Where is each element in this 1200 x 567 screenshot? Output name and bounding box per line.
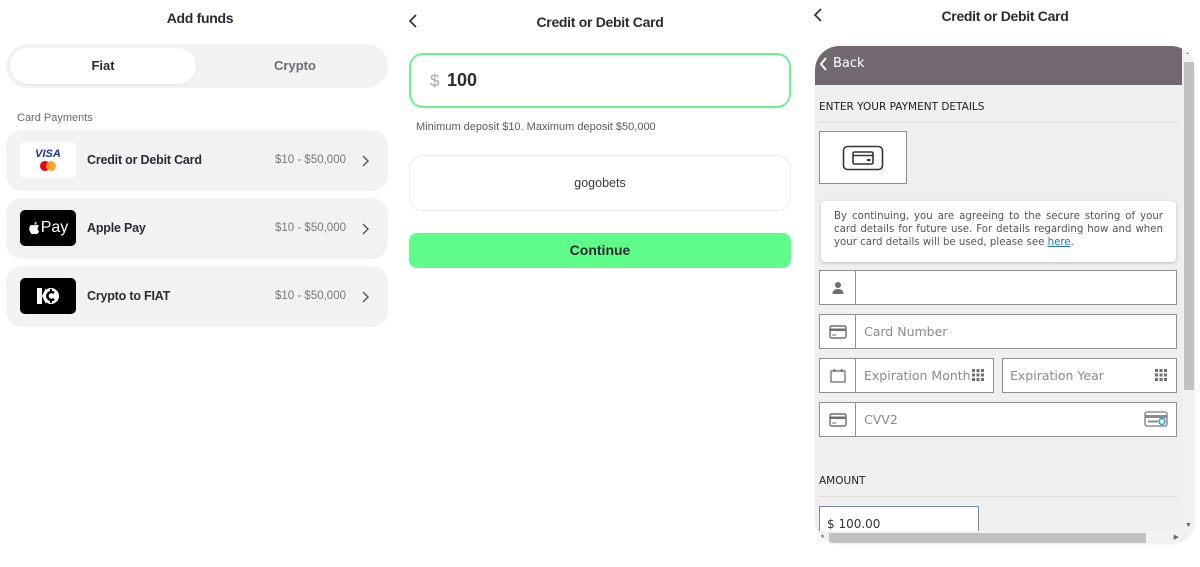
field-icon-cell	[820, 271, 856, 304]
visa-mastercard-logo: VISA	[20, 142, 76, 178]
card-icon	[828, 324, 847, 339]
section-label-card-payments: Card Payments	[17, 112, 93, 124]
currency-symbol: $	[430, 71, 440, 90]
consent-suffix: .	[1070, 237, 1074, 248]
continue-button[interactable]: Continue	[409, 233, 791, 268]
consent-here-link[interactable]: here	[1048, 237, 1071, 248]
payment-method-crypto-to-fiat[interactable]: Crypto to FIAT $10 - $50,000	[6, 266, 388, 327]
apple-pay-logo: Pay	[20, 210, 76, 246]
card-number-placeholder: Card Number	[864, 324, 948, 339]
chevron-right-icon	[362, 155, 370, 167]
vertical-scrollbar-thumb[interactable]	[1184, 62, 1194, 390]
back-label: Back	[833, 56, 865, 71]
field-icon-cell	[820, 315, 856, 348]
scroll-down-arrow-icon[interactable]: ▼	[1185, 522, 1192, 529]
grid-picker-icon	[972, 369, 984, 381]
chevron-right-icon	[362, 291, 370, 303]
add-funds-panel: Add funds Fiat Crypto Card Payments VISA…	[0, 0, 400, 567]
payment-method-apple-pay[interactable]: Pay Apple Pay $10 - $50,000	[6, 198, 388, 259]
consent-text: By continuing, you are agreeing to the s…	[834, 211, 1163, 248]
card-storage-consent-notice: By continuing, you are agreeing to the s…	[821, 201, 1176, 262]
scroll-right-arrow-icon[interactable]: ▶	[1174, 533, 1179, 541]
merchant-name-box: gogobets	[409, 155, 791, 211]
user-icon	[832, 281, 843, 294]
expiration-month-placeholder: Expiration Month	[864, 368, 971, 383]
expiration-month-select[interactable]: Expiration Month	[819, 358, 994, 393]
card-number-field[interactable]: Card Number	[819, 314, 1177, 349]
field-icon-cell	[820, 359, 856, 392]
horizontal-scrollbar[interactable]: ◀ ▶	[815, 531, 1182, 544]
iframe-header: Back	[815, 46, 1182, 85]
amount-value: 100	[447, 70, 478, 90]
payment-iframe: Back ENTER YOUR PAYMENT DETAILS By conti…	[815, 46, 1195, 544]
scroll-left-arrow-icon[interactable]: ◀	[818, 533, 823, 541]
amount-heading: AMOUNT	[819, 475, 866, 487]
cvv-help-icon[interactable]	[1144, 411, 1168, 427]
payment-method-credit-debit-card[interactable]: VISA Credit or Debit Card $10 - $50,000	[6, 130, 388, 191]
field-icon-cell	[820, 403, 856, 436]
chevron-right-icon	[362, 223, 370, 235]
grid-picker-icon	[1155, 369, 1167, 381]
apple-icon	[28, 222, 39, 235]
payment-method-name: Crypto to FIAT	[87, 289, 171, 303]
expiration-year-select[interactable]: Expiration Year	[1002, 358, 1177, 393]
page-title: Credit or Debit Card	[536, 14, 664, 30]
cvv-placeholder: CVV2	[864, 412, 898, 427]
tab-fiat[interactable]: Fiat	[10, 48, 196, 84]
svg-text:VISA: VISA	[35, 148, 61, 160]
chevron-left-icon	[819, 56, 827, 71]
payment-method-name: Credit or Debit Card	[87, 153, 202, 167]
currency-type-toggle: Fiat Crypto	[6, 44, 388, 88]
credit-card-icon	[842, 145, 884, 170]
payment-method-range: $10 - $50,000	[275, 290, 346, 302]
page-title: Credit or Debit Card	[941, 8, 1069, 24]
payment-method-range: $10 - $50,000	[275, 154, 346, 166]
cardholder-name-field[interactable]	[819, 270, 1177, 305]
visa-mastercard-icon: VISA	[35, 148, 61, 171]
iframe-back-button[interactable]: Back	[819, 56, 865, 71]
expiration-year-placeholder: Expiration Year	[1010, 368, 1104, 383]
payment-details-heading: ENTER YOUR PAYMENT DETAILS	[819, 101, 985, 113]
scroll-up-arrow-icon[interactable]: ▲	[1185, 49, 1192, 56]
crypto-to-fiat-logo	[20, 278, 76, 314]
calendar-icon	[829, 369, 846, 383]
card-amount-panel: Credit or Debit Card $ 100 Minimum depos…	[400, 0, 800, 567]
divider	[819, 496, 1177, 497]
horizontal-scrollbar-thumb[interactable]	[829, 533, 1146, 543]
vertical-scrollbar[interactable]: ▲ ▼	[1182, 46, 1195, 531]
cvv-field[interactable]: CVV2	[819, 402, 1177, 437]
divider	[819, 122, 1177, 123]
crypto-coin-icon	[37, 288, 59, 304]
payment-method-range: $10 - $50,000	[275, 222, 346, 234]
deposit-limits-hint: Minimum deposit $10. Maximum deposit $50…	[416, 121, 656, 133]
card-icon	[828, 412, 847, 427]
page-title: Add funds	[166, 10, 234, 26]
card-details-panel: Credit or Debit Card Back ENTER YOUR PAY…	[800, 0, 1200, 567]
card-type-selector[interactable]	[819, 131, 907, 184]
payment-method-name: Apple Pay	[87, 221, 146, 235]
amount-input[interactable]: $ 100	[409, 53, 791, 108]
tab-crypto[interactable]: Crypto	[202, 48, 388, 84]
apple-pay-logo-text: Pay	[40, 219, 69, 236]
